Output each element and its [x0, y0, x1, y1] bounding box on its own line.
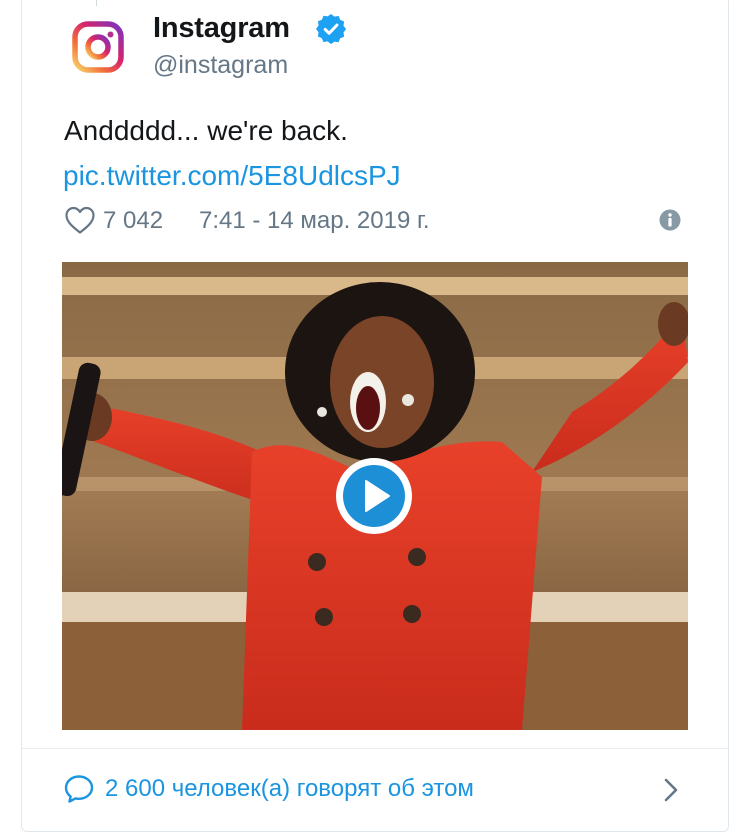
tweet-media-link[interactable]: pic.twitter.com/5E8UdlcsPJ [63, 160, 401, 192]
heart-icon[interactable] [64, 205, 96, 235]
chevron-right-icon [664, 778, 678, 802]
display-name[interactable]: Instagram [153, 12, 290, 45]
account-handle[interactable]: @instagram [153, 51, 288, 80]
thread-connector [96, 0, 97, 6]
comment-bubble-icon [64, 775, 94, 803]
info-icon[interactable] [659, 209, 681, 231]
conversation-count: 2 600 человек(а) говорят об этом [105, 775, 474, 802]
instagram-logo-icon[interactable] [71, 20, 125, 74]
like-count: 7 042 [103, 207, 164, 234]
conversation-link[interactable]: 2 600 человек(а) говорят об этом [63, 770, 689, 810]
verified-badge-icon [316, 14, 346, 44]
play-icon[interactable] [333, 455, 415, 537]
tweet-timestamp[interactable]: 7:41 - 14 мар. 2019 г. [199, 207, 429, 235]
footer-divider [22, 748, 728, 749]
tweet-text: Anddddd... we're back. [64, 115, 348, 146]
